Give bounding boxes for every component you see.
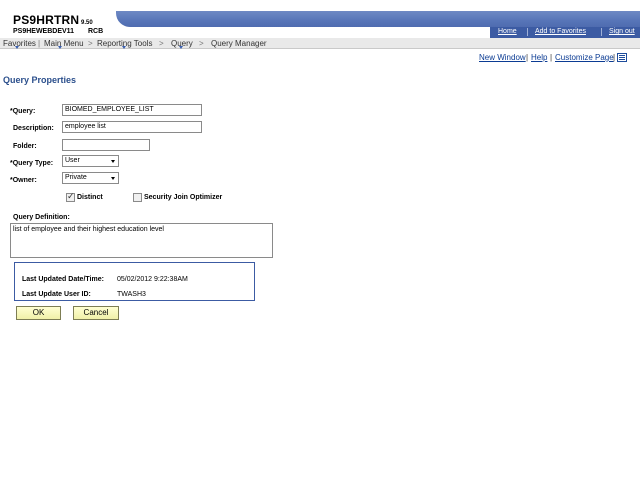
database-version: 9.50 [81,20,93,26]
home-link[interactable]: Home [498,28,517,35]
header-link-separator [601,28,602,36]
security-join-optimizer-label: Security Join Optimizer [144,194,223,201]
page-header: PS9HRTRN 9.50 PS9HEWEBDEV11 RCB Home Add… [0,0,640,38]
query-definition-textarea[interactable]: list of employee and their highest educa… [10,223,273,258]
query-label: *Query: [10,108,36,115]
query-type-select[interactable]: User [62,155,119,167]
query-name-input[interactable]: BIOMED_EMPLOYEE_LIST [62,104,202,116]
user-name: RCB [88,28,104,35]
query-type-label: *Query Type: [10,160,54,167]
add-to-favorites-link[interactable]: Add to Favorites [535,28,586,35]
help-link[interactable]: Help [531,53,547,62]
header-links: Home Add to Favorites Sign out [490,27,640,38]
sign-out-link[interactable]: Sign out [609,28,635,35]
page-link-separator: | [526,53,529,62]
customize-page-link[interactable]: Customize Page [555,53,614,62]
chevron-down-icon [179,46,183,49]
distinct-checkbox[interactable]: ✓ [66,191,75,202]
nav-favorites[interactable]: Favorites [3,39,36,48]
page-title: Query Properties [3,75,77,85]
breadcrumb: Favorites | Main Menu > Reporting Tools … [0,38,640,49]
nav-separator: > [88,39,93,48]
nav-separator: | [38,39,41,48]
description-label: Description: [13,125,54,132]
folder-input[interactable] [62,139,150,151]
last-update-user-value: TWASH3 [117,291,146,298]
last-update-info-box: Last Updated Date/Time: 05/02/2012 9:22:… [14,262,255,301]
dropdown-arrow-icon [111,160,115,163]
cancel-button[interactable]: Cancel [73,306,119,320]
last-updated-value: 05/02/2012 9:22:38AM [117,276,188,283]
ok-button[interactable]: OK [16,306,61,320]
chevron-down-icon [58,46,62,49]
nav-separator: > [159,39,164,48]
page-link-separator: | [550,53,553,62]
security-join-optimizer-checkbox[interactable] [133,193,142,202]
owner-label: *Owner: [10,177,37,184]
folder-label: Folder: [13,143,37,150]
header-banner: Home Add to Favorites Sign out [116,11,640,38]
page-link-separator: | [613,53,616,62]
distinct-label: Distinct [77,194,103,201]
description-input[interactable]: employee list [62,121,202,133]
database-name: PS9HRTRN [13,13,80,27]
new-window-link[interactable]: New Window [479,53,526,62]
checkmark-icon: ✓ [67,191,75,201]
page-help-icon[interactable] [617,53,627,62]
nav-separator: > [199,39,204,48]
query-type-value: User [65,157,80,164]
server-name: PS9HEWEBDEV11 [13,28,75,35]
query-definition-label: Query Definition: [13,214,70,221]
header-link-separator [527,28,528,36]
owner-select[interactable]: Private [62,172,119,184]
nav-main-menu[interactable]: Main Menu [44,39,84,48]
chevron-down-icon [122,46,126,49]
last-update-user-label: Last Update User ID: [22,291,91,298]
chevron-down-icon [15,46,19,49]
last-updated-label: Last Updated Date/Time: [22,276,104,283]
nav-query-manager[interactable]: Query Manager [211,39,267,48]
banner-bar [116,11,640,27]
owner-value: Private [65,174,87,181]
dropdown-arrow-icon [111,177,115,180]
